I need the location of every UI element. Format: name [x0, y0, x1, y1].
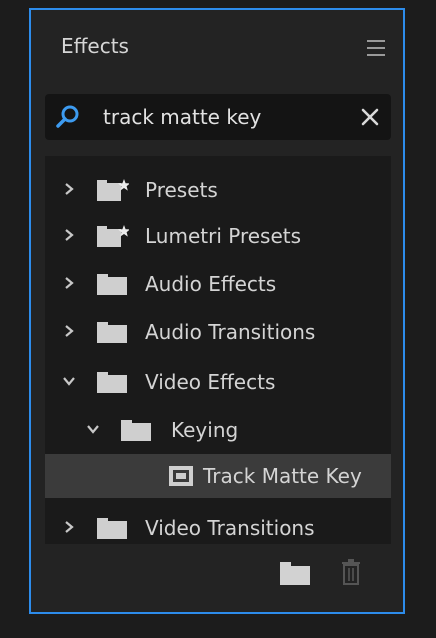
search-input[interactable]: [103, 101, 333, 133]
star-folder-icon: [97, 225, 129, 247]
panel-menu-icon[interactable]: [367, 40, 385, 56]
folder-icon: [97, 372, 127, 393]
tree-item-keying[interactable]: Keying: [45, 408, 391, 452]
search-icon: [56, 105, 79, 128]
tree-item-label: Audio Effects: [145, 272, 277, 296]
tree-item-label: Lumetri Presets: [145, 224, 302, 248]
tree-item-video-effects[interactable]: Video Effects: [45, 360, 391, 404]
tree-item-lumetri-presets[interactable]: Lumetri Presets: [45, 214, 391, 258]
folder-icon: [97, 322, 127, 343]
folder-icon: [97, 274, 127, 295]
trash-icon[interactable]: [341, 559, 361, 585]
search-field: [45, 94, 391, 140]
folder-icon: [97, 518, 127, 539]
tree-item-label: Keying: [171, 418, 239, 442]
effects-panel: Effects track matte key Presets Lumetri …: [29, 8, 405, 614]
tree-item-label: Presets: [145, 178, 218, 202]
chevron-down-icon[interactable]: [61, 373, 77, 389]
tree-item-label: Track Matte Key: [203, 464, 362, 488]
chevron-down-icon[interactable]: [85, 421, 101, 437]
tree-item-label: Video Transitions: [145, 516, 315, 540]
chevron-right-icon[interactable]: [61, 323, 77, 339]
tree-item-video-transitions[interactable]: Video Transitions: [45, 506, 391, 550]
panel-header: Effects: [31, 10, 403, 88]
chevron-right-icon[interactable]: [61, 519, 77, 535]
tree-item-label: Video Effects: [145, 370, 276, 394]
chevron-right-icon[interactable]: [61, 275, 77, 291]
app-window: Effects track matte key Presets Lumetri …: [0, 0, 436, 638]
chevron-right-icon[interactable]: [61, 181, 77, 197]
tree-item-audio-effects[interactable]: Audio Effects: [45, 262, 391, 306]
chevron-right-icon[interactable]: [61, 227, 77, 243]
tree-item-track-matte-key[interactable]: Track Matte Key: [45, 454, 391, 498]
folder-icon: [121, 420, 151, 441]
tree-item-presets[interactable]: Presets: [45, 168, 391, 212]
panel-title: Effects: [61, 34, 129, 58]
effects-tree: Presets Lumetri Presets Audio Effects Au…: [45, 156, 391, 544]
video-effect-icon: [169, 466, 193, 486]
clear-search-icon[interactable]: [359, 106, 381, 128]
tree-item-audio-transitions[interactable]: Audio Transitions: [45, 310, 391, 354]
star-folder-icon: [97, 179, 129, 201]
new-bin-folder-icon[interactable]: [280, 561, 310, 585]
tree-item-label: Audio Transitions: [145, 320, 316, 344]
